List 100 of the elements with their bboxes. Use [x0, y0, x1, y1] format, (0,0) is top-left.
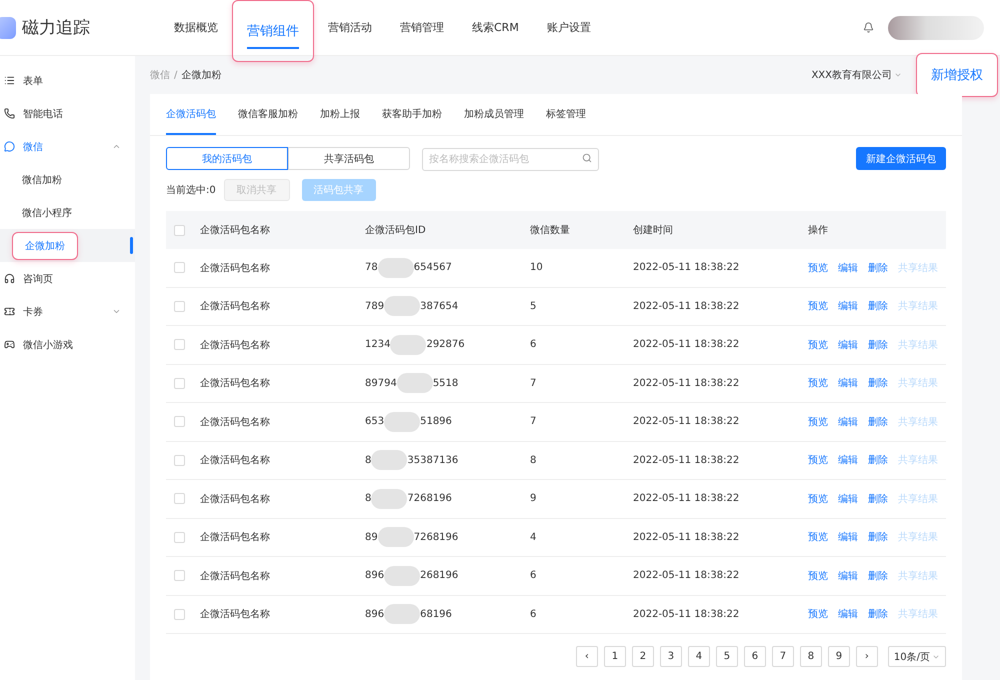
action-link[interactable]: 删除 — [868, 530, 888, 544]
checkbox[interactable] — [174, 262, 185, 274]
create-button[interactable]: 新建企微活码包 — [856, 147, 946, 170]
company-select[interactable]: XXX教育有限公司 — [811, 68, 902, 82]
checkbox[interactable] — [174, 570, 185, 582]
table-cell: 5 — [530, 300, 536, 312]
action-link[interactable]: 预览 — [808, 492, 828, 506]
action-link[interactable]: 编辑 — [838, 453, 858, 468]
page-size-select[interactable]: 10条/页 — [888, 646, 946, 667]
action-link[interactable]: 删除 — [868, 414, 888, 429]
action-link[interactable]: 删除 — [868, 376, 888, 390]
page-button[interactable]: 1 — [604, 646, 626, 667]
page-button[interactable]: 4 — [688, 646, 710, 667]
phone-icon — [4, 108, 15, 119]
page-button[interactable]: 9 — [828, 646, 850, 667]
page-button[interactable]: 5 — [716, 646, 738, 667]
column-header: 企微活码包名称 — [200, 224, 270, 237]
redaction-blur — [384, 604, 420, 624]
action-link[interactable]: 删除 — [868, 568, 888, 583]
action-link[interactable]: 编辑 — [838, 299, 858, 314]
sidebar-item[interactable]: 智能电话 — [0, 97, 135, 130]
sidebar-item[interactable]: 微信小游戏 — [0, 328, 135, 361]
tab[interactable]: 获客助手加粉 — [382, 94, 442, 135]
action-link[interactable]: 预览 — [808, 414, 828, 429]
action-link[interactable]: 删除 — [868, 299, 888, 314]
prev-page-button[interactable]: ‹ — [576, 646, 598, 667]
caret-icon — [894, 71, 902, 79]
action-link[interactable]: 预览 — [808, 299, 828, 314]
sidebar-subitem[interactable]: 微信小程序 — [22, 206, 72, 220]
action-link[interactable]: 预览 — [808, 530, 828, 544]
action-link[interactable]: 编辑 — [838, 414, 858, 429]
breadcrumb-link[interactable]: 微信 — [150, 68, 170, 82]
sidebar-subitem[interactable]: 微信加粉 — [22, 172, 62, 186]
sidebar-item[interactable]: 卡券 — [0, 295, 135, 328]
action-link[interactable]: 预览 — [808, 260, 828, 275]
checkbox[interactable] — [174, 493, 185, 504]
page-button[interactable]: 7 — [772, 646, 794, 667]
action-link[interactable]: 编辑 — [838, 568, 858, 583]
checkbox[interactable] — [174, 300, 185, 312]
action-link[interactable]: 预览 — [808, 568, 828, 583]
checkbox[interactable] — [174, 416, 185, 428]
action-link[interactable]: 预览 — [808, 376, 828, 390]
nav-tab[interactable]: 营销活动 — [314, 0, 386, 56]
action-link[interactable]: 编辑 — [838, 338, 858, 352]
tab[interactable]: 微信客服加粉 — [238, 94, 298, 135]
segment-button[interactable]: 我的活码包 — [166, 147, 288, 170]
action-link[interactable]: 编辑 — [838, 492, 858, 506]
page-button[interactable]: 6 — [744, 646, 766, 667]
action-link[interactable]: 删除 — [868, 453, 888, 468]
chevron-up-icon[interactable] — [112, 142, 121, 151]
tab[interactable]: 企微活码包 — [166, 94, 216, 135]
search-field[interactable]: 按名称搜索企微活码包 — [422, 148, 599, 171]
action-link[interactable]: 删除 — [868, 607, 888, 622]
nav-tab[interactable]: 账户设置 — [532, 0, 605, 56]
tab[interactable]: 加粉上报 — [320, 94, 360, 135]
next-page-button[interactable]: › — [856, 646, 878, 667]
table-cell: 1234 — [365, 339, 390, 350]
bell-icon[interactable] — [863, 22, 874, 33]
action-link[interactable]: 预览 — [808, 607, 828, 622]
nav-tab[interactable]: 数据概览 — [160, 0, 232, 56]
action-link[interactable]: 编辑 — [838, 260, 858, 275]
nav-tab[interactable]: 营销管理 — [386, 0, 458, 56]
segment-button[interactable]: 共享活码包 — [288, 147, 410, 170]
sidebar-item[interactable]: 咨询页 — [0, 262, 135, 295]
checkbox[interactable] — [174, 339, 185, 350]
page-button[interactable]: 3 — [660, 646, 682, 667]
action-link[interactable]: 编辑 — [838, 376, 858, 390]
avatar[interactable] — [888, 16, 984, 40]
tab[interactable]: 标签管理 — [546, 94, 586, 135]
chevron-down-icon[interactable] — [112, 307, 121, 316]
checkbox[interactable] — [174, 378, 185, 389]
table-cell-text: 企微活码包名称 — [200, 531, 270, 544]
add-authorization-button[interactable]: 新增授权 — [916, 53, 998, 97]
table-cell: 8 — [365, 493, 372, 504]
sidebar-item[interactable]: 表单 — [0, 64, 135, 97]
table-cell-text: 企微活码包名称 — [200, 492, 270, 506]
checkbox[interactable] — [174, 454, 185, 466]
action-link[interactable]: 预览 — [808, 453, 828, 468]
action-link[interactable]: 删除 — [868, 338, 888, 352]
table-cell: 78 — [365, 262, 378, 274]
action-link[interactable]: 删除 — [868, 260, 888, 275]
nav-tab[interactable]: 营销组件 — [232, 0, 314, 62]
checkbox[interactable] — [174, 224, 185, 236]
action-link[interactable]: 编辑 — [838, 607, 858, 622]
action-link[interactable]: 预览 — [808, 338, 828, 352]
checkbox[interactable] — [174, 532, 185, 543]
sidebar-item[interactable]: 微信 — [0, 130, 135, 163]
page-button[interactable]: 8 — [800, 646, 822, 667]
checkbox[interactable] — [174, 608, 185, 620]
table-cell: 2022-05-11 18:38:22 — [633, 608, 740, 620]
nav-tab[interactable]: 线索CRM — [458, 0, 533, 56]
page-button[interactable]: 2 — [632, 646, 654, 667]
table-cell-text: 企微活码包名称 — [200, 377, 270, 390]
action-link[interactable]: 删除 — [868, 492, 888, 506]
chat-icon — [4, 141, 15, 152]
tab[interactable]: 加粉成员管理 — [464, 94, 524, 135]
action-link[interactable]: 编辑 — [838, 530, 858, 544]
sidebar-subitem[interactable]: 企微加粉 — [12, 232, 78, 260]
table-cell: 789 — [365, 300, 384, 312]
table-cell: 7 — [530, 416, 536, 428]
